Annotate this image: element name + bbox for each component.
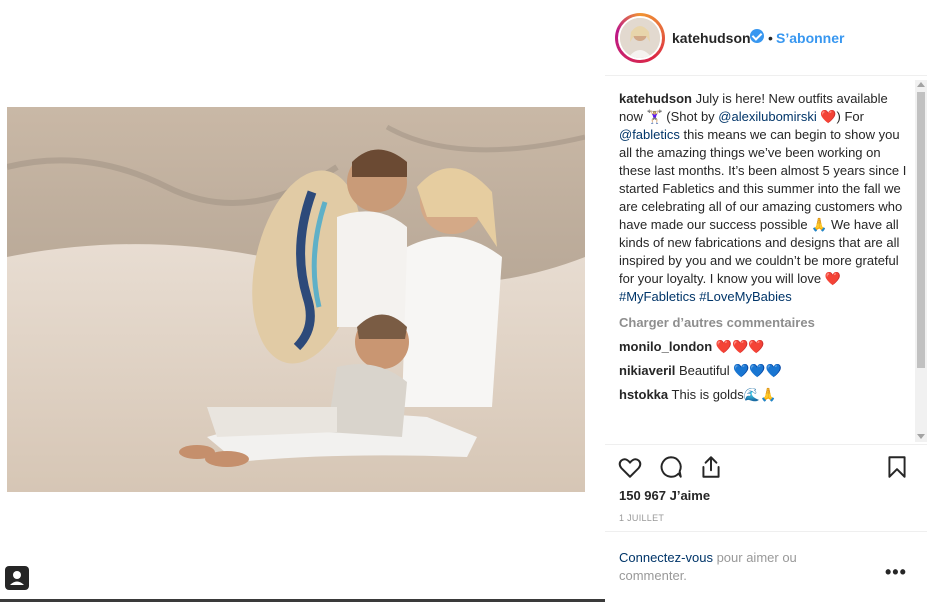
post-media-area bbox=[0, 0, 605, 602]
post-header: katehudson • S’abonner bbox=[605, 0, 927, 76]
caption-text-2: ❤️) For bbox=[816, 109, 864, 124]
mention-link[interactable]: @fabletics bbox=[619, 127, 680, 142]
heart-icon[interactable] bbox=[617, 454, 643, 480]
likes-count[interactable]: 150 967 J’aime bbox=[619, 488, 710, 503]
more-options-button[interactable]: ••• bbox=[885, 562, 907, 583]
login-prompt: Connectez-vous pour aimer ou commenter. bbox=[619, 549, 839, 585]
hashtag-link[interactable]: #MyFabletics bbox=[619, 289, 696, 304]
share-icon[interactable] bbox=[698, 454, 724, 480]
post-date: 1 JUILLET bbox=[619, 513, 665, 523]
caption-text-3: this means we can begin to show you all … bbox=[619, 127, 907, 286]
verified-badge-icon bbox=[750, 29, 764, 43]
comment-username[interactable]: nikiaveril bbox=[619, 363, 675, 378]
post-side-panel: katehudson • S’abonner katehudson July i… bbox=[605, 0, 927, 602]
header-username[interactable]: katehudson bbox=[672, 30, 751, 46]
post-photo[interactable] bbox=[7, 107, 585, 492]
comment-text: ❤️❤️❤️ bbox=[712, 339, 765, 354]
comments-scrollbar[interactable] bbox=[915, 80, 927, 442]
comment-item: nikiaveril Beautiful 💙💙💙 bbox=[619, 362, 907, 380]
load-more-comments-button[interactable]: Charger d’autres commentaires bbox=[619, 314, 907, 332]
action-bar bbox=[605, 444, 927, 488]
comment-item: monilo_london ❤️❤️❤️ bbox=[619, 338, 907, 356]
mention-link[interactable]: @alexilubomirski bbox=[718, 109, 816, 124]
user-tag-icon[interactable] bbox=[5, 566, 29, 590]
follow-button[interactable]: S’abonner bbox=[776, 30, 844, 46]
avatar[interactable] bbox=[618, 16, 662, 60]
post-caption: katehudson July is here! New outfits ava… bbox=[619, 90, 907, 306]
beach-photo-image bbox=[7, 107, 585, 492]
comments-list: katehudson July is here! New outfits ava… bbox=[619, 90, 907, 440]
story-ring[interactable] bbox=[615, 13, 665, 63]
login-link[interactable]: Connectez-vous bbox=[619, 550, 713, 565]
scroll-thumb[interactable] bbox=[917, 92, 925, 368]
scroll-down-arrow-icon[interactable] bbox=[917, 434, 925, 439]
caption-username[interactable]: katehudson bbox=[619, 91, 692, 106]
comment-text: This is golds🌊🙏 bbox=[668, 387, 777, 402]
comment-icon[interactable] bbox=[658, 454, 684, 480]
comment-username[interactable]: hstokka bbox=[619, 387, 668, 402]
hashtag-link[interactable]: #LoveMyBabies bbox=[699, 289, 792, 304]
comment-item: hstokka This is golds🌊🙏 bbox=[619, 386, 907, 404]
comment-username[interactable]: monilo_london bbox=[619, 339, 712, 354]
scroll-up-arrow-icon[interactable] bbox=[917, 82, 925, 87]
bookmark-icon[interactable] bbox=[884, 454, 910, 480]
comment-text: Beautiful 💙💙💙 bbox=[675, 363, 782, 378]
login-prompt-bar: Connectez-vous pour aimer ou commenter. … bbox=[605, 531, 927, 602]
header-separator: • bbox=[768, 30, 773, 46]
